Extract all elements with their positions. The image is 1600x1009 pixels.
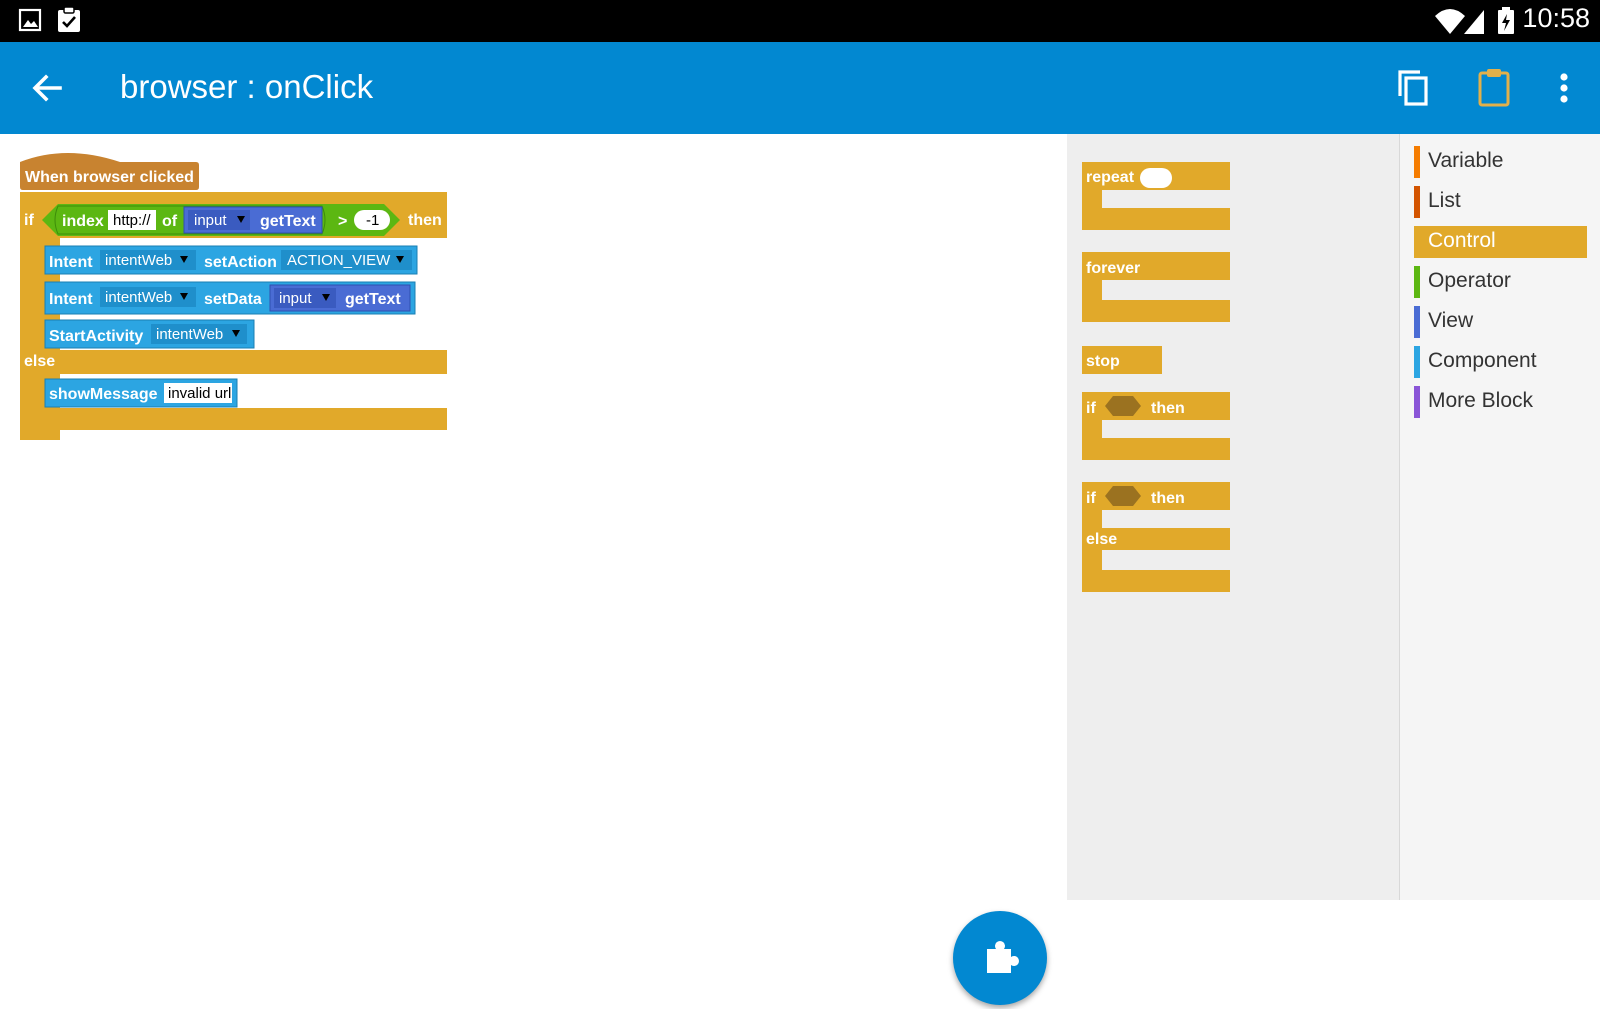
event-block-label: When browser clicked: [25, 169, 194, 186]
if-label: if: [24, 212, 34, 229]
status-bar: 10:58: [0, 0, 1600, 42]
intent-var: intentWeb: [105, 252, 172, 269]
repeat-label: repeat: [1086, 169, 1135, 186]
palette-blocks: repeat forever stop if then if then else: [1082, 162, 1230, 592]
if-label: if: [1086, 490, 1096, 507]
image-icon: [18, 8, 42, 32]
compare-operator: >: [338, 213, 347, 230]
category-view[interactable]: View: [1414, 306, 1587, 338]
category-component[interactable]: Component: [1414, 346, 1587, 378]
category-color-bar: [1414, 266, 1420, 298]
battery-icon: [1498, 7, 1514, 34]
palette-forever-block[interactable]: forever: [1082, 252, 1230, 322]
stop-label: stop: [1086, 353, 1120, 370]
then-label: then: [408, 212, 442, 229]
show-message-block[interactable]: showMessage invalid url: [44, 378, 238, 408]
view-name: input: [194, 212, 227, 229]
category-color-bar: [1414, 186, 1420, 218]
repeat-count-field[interactable]: [1140, 168, 1172, 188]
forever-label: forever: [1086, 260, 1140, 277]
view-name: input: [279, 290, 312, 307]
else-label: else: [24, 353, 55, 370]
index-text: http://: [113, 212, 151, 229]
category-color-bar: [1414, 226, 1420, 258]
category-label: More Block: [1428, 389, 1534, 412]
puzzle-piece-icon: [987, 941, 1019, 973]
intent-label: Intent: [49, 291, 93, 308]
paste-icon[interactable]: [1472, 66, 1516, 110]
category-color-bar: [1414, 386, 1420, 418]
category-label: Operator: [1428, 269, 1511, 292]
category-list-item[interactable]: List: [1414, 186, 1587, 218]
action-value: ACTION_VIEW: [287, 252, 391, 269]
intent-setdata-block[interactable]: Intent intentWeb setData input getText: [44, 281, 416, 315]
category-label: Component: [1428, 349, 1537, 372]
then-label: then: [1151, 490, 1185, 507]
palette-if-then-else-block[interactable]: if then else: [1082, 482, 1230, 592]
event-block[interactable]: When browser clicked: [20, 153, 199, 190]
intent-var: intentWeb: [105, 289, 172, 306]
compare-condition-block[interactable]: > -1 index http:// of input getText: [42, 204, 400, 236]
of-label: of: [162, 213, 178, 230]
index-label: index: [62, 213, 104, 230]
category-color-bar: [1414, 146, 1420, 178]
category-operator[interactable]: Operator: [1414, 266, 1587, 298]
block-editor-canvas[interactable]: When browser clicked if else then > -1 i…: [0, 134, 1067, 1005]
start-activity-label: StartActivity: [49, 328, 143, 345]
intent-var: intentWeb: [156, 326, 223, 343]
app-bar: browser : onClick: [0, 42, 1600, 134]
gettext-label: getText: [260, 213, 316, 230]
category-color-bar: [1414, 306, 1420, 338]
intent-label: Intent: [49, 254, 93, 271]
copy-icon[interactable]: [1392, 66, 1436, 110]
block-script: When browser clicked if else then > -1 i…: [20, 153, 447, 440]
category-label: Variable: [1428, 149, 1504, 172]
setaction-label: setAction: [204, 254, 277, 271]
gettext-label: getText: [345, 291, 401, 308]
palette-repeat-block[interactable]: repeat: [1082, 162, 1230, 230]
intent-setaction-block[interactable]: Intent intentWeb setAction ACTION_VIEW: [44, 245, 418, 275]
else-label: else: [1086, 531, 1117, 548]
status-time: 10:58: [1522, 3, 1590, 33]
category-variable[interactable]: Variable: [1414, 146, 1587, 178]
category-control[interactable]: Control: [1414, 226, 1587, 258]
compare-value: -1: [366, 212, 379, 229]
signal-icon: [1464, 10, 1484, 34]
start-activity-block[interactable]: StartActivity intentWeb: [44, 319, 255, 349]
block-palette: repeat forever stop if then if then else: [1067, 134, 1399, 900]
message-text: invalid url: [168, 385, 231, 402]
arrow-back-icon[interactable]: [26, 66, 70, 110]
clipboard-check-icon: [58, 6, 80, 32]
palette-if-then-block[interactable]: if then: [1082, 392, 1230, 460]
add-block-fab[interactable]: [953, 911, 1047, 1005]
setdata-label: setData: [204, 291, 262, 308]
category-label: List: [1428, 189, 1461, 212]
view-gettext-block[interactable]: input getText: [269, 284, 411, 312]
show-message-label: showMessage: [49, 386, 158, 403]
category-color-bar: [1414, 346, 1420, 378]
category-list: Variable List Control Operator View Comp…: [1399, 134, 1600, 900]
view-gettext-block[interactable]: input getText: [183, 206, 323, 234]
category-more-block[interactable]: More Block: [1414, 386, 1587, 418]
category-label: Control: [1428, 229, 1496, 252]
if-label: if: [1086, 400, 1096, 417]
palette-stop-block[interactable]: stop: [1082, 346, 1162, 374]
page-title: browser : onClick: [120, 68, 374, 105]
then-label: then: [1151, 400, 1185, 417]
category-label: View: [1428, 309, 1474, 332]
more-vert-icon[interactable]: [1542, 66, 1586, 110]
